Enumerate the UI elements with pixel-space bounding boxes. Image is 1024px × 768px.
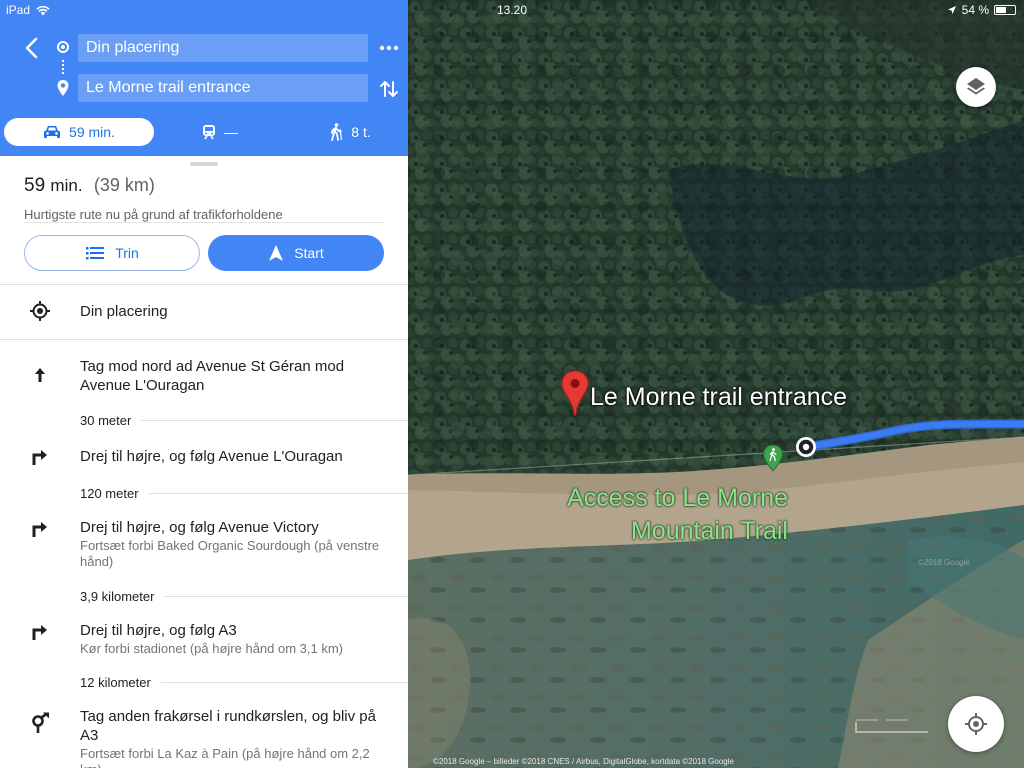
route-summary: 59 min. (39 km) — [24, 175, 155, 197]
step-distance-label: 3,9 kilometer — [80, 588, 155, 604]
clock: 13.20 — [497, 3, 528, 17]
trail-label-line1: Access to Le Morne — [567, 484, 788, 512]
origin-dot-icon — [57, 41, 69, 53]
destination-pin-icon — [57, 80, 69, 96]
battery-icon — [994, 5, 1016, 15]
turn-right-icon — [32, 625, 47, 640]
divider — [141, 419, 408, 421]
walk-icon — [331, 123, 343, 141]
status-bar: iPad 13.20 54 % — [0, 0, 1024, 20]
step-distance: 3,9 kilometer — [80, 588, 408, 604]
transit-time: — — [224, 124, 238, 140]
divider — [148, 492, 408, 494]
step-distance-label: 12 kilometer — [80, 674, 151, 690]
divider — [0, 284, 408, 285]
car-icon — [44, 126, 61, 138]
step-distance-label: 120 meter — [80, 485, 139, 501]
more-options-icon[interactable] — [378, 40, 400, 56]
satellite-map[interactable]: Le Morne trail entrance Access to Le Mor… — [408, 0, 1024, 768]
step-subtitle: Kør forbi stadionet (på højre hånd om 3,… — [80, 641, 344, 656]
layers-icon — [967, 78, 985, 95]
directions-header: Din placering Le Morne trail entrance 59… — [0, 0, 408, 156]
map-copyright[interactable]: ©2018 Google – billeder ©2018 CNES / Air… — [433, 757, 734, 766]
crosshair-icon — [965, 713, 987, 735]
step-title: Drej til højre, og følg Avenue L'Ouragan — [80, 448, 343, 465]
step-distance-label: 30 meter — [80, 412, 132, 428]
step-title: Tag anden frakørsel i rundkørslen, og bl… — [80, 708, 376, 744]
wifi-icon — [36, 5, 50, 15]
route-reason: Hurtigste rute nu på grund af trafikforh… — [24, 207, 283, 222]
roundabout-icon — [32, 712, 49, 733]
step-distance: 12 kilometer — [80, 674, 408, 690]
trail-label-line2: Mountain Trail — [630, 517, 788, 545]
destination-map-label[interactable]: Le Morne trail entrance — [590, 383, 847, 412]
my-location-icon — [30, 301, 50, 321]
start-button-label: Start — [294, 245, 324, 261]
steps-button-label: Trin — [115, 245, 139, 261]
imagery-watermark: ©2018 Google — [918, 558, 970, 567]
train-icon — [203, 125, 215, 140]
route-start-marker-icon — [796, 437, 816, 457]
step-subtitle: Fortsæt forbi Baked Organic Sourdough (p… — [80, 538, 380, 569]
tab-car[interactable]: 59 min. — [4, 118, 154, 146]
my-location-button[interactable] — [948, 696, 1004, 752]
divider — [160, 681, 408, 683]
start-button[interactable]: Start — [208, 235, 384, 271]
tab-walk[interactable]: 8 t. — [310, 118, 390, 146]
layers-button[interactable] — [956, 67, 996, 107]
route-dots-icon — [62, 60, 64, 74]
arrow-up-icon — [35, 368, 45, 382]
step-title: Din placering — [80, 303, 168, 320]
step-distance: 120 meter — [80, 485, 408, 501]
drag-handle[interactable] — [190, 162, 218, 166]
directions-panel: Din placering Le Morne trail entrance 59… — [0, 0, 408, 768]
divider — [0, 339, 408, 340]
step-subtitle: Fortsæt forbi La Kaz à Pain (på højre hå… — [80, 746, 370, 768]
back-arrow-icon[interactable] — [18, 34, 46, 62]
list-icon — [86, 247, 105, 260]
divider — [164, 595, 408, 597]
destination-field[interactable]: Le Morne trail entrance — [78, 74, 368, 102]
location-arrow-icon — [947, 6, 956, 14]
turn-right-icon — [32, 450, 47, 465]
destination-marker-icon[interactable] — [560, 370, 590, 416]
step-distance: 30 meter — [80, 412, 408, 428]
swap-icon[interactable] — [378, 78, 400, 100]
car-time: 59 min. — [69, 124, 115, 140]
turn-right-icon — [32, 522, 47, 537]
route-minutes-unit: min. — [50, 176, 83, 195]
walk-time: 8 t. — [351, 124, 371, 140]
steps-button[interactable]: Trin — [24, 235, 200, 271]
device-name: iPad — [6, 3, 31, 17]
battery-percent: 54 % — [961, 3, 989, 17]
travel-mode-tabs: 59 min. — 8 t. — [0, 116, 408, 148]
hiking-trail-marker-icon[interactable] — [762, 444, 784, 472]
navigation-arrow-icon — [269, 245, 284, 261]
trail-map-label[interactable]: Access to Le Morne Mountain Trail — [548, 482, 788, 548]
step-title: Drej til højre, og følg A3 — [80, 622, 237, 639]
origin-field[interactable]: Din placering — [78, 34, 368, 62]
step-title: Tag mod nord ad Avenue St Géran mod Aven… — [80, 358, 345, 394]
step-title: Drej til højre, og følg Avenue Victory — [80, 519, 319, 536]
divider — [24, 222, 384, 223]
route-minutes: 59 — [24, 175, 46, 196]
tab-transit[interactable]: — — [180, 118, 260, 146]
route-distance: (39 km) — [93, 175, 155, 195]
